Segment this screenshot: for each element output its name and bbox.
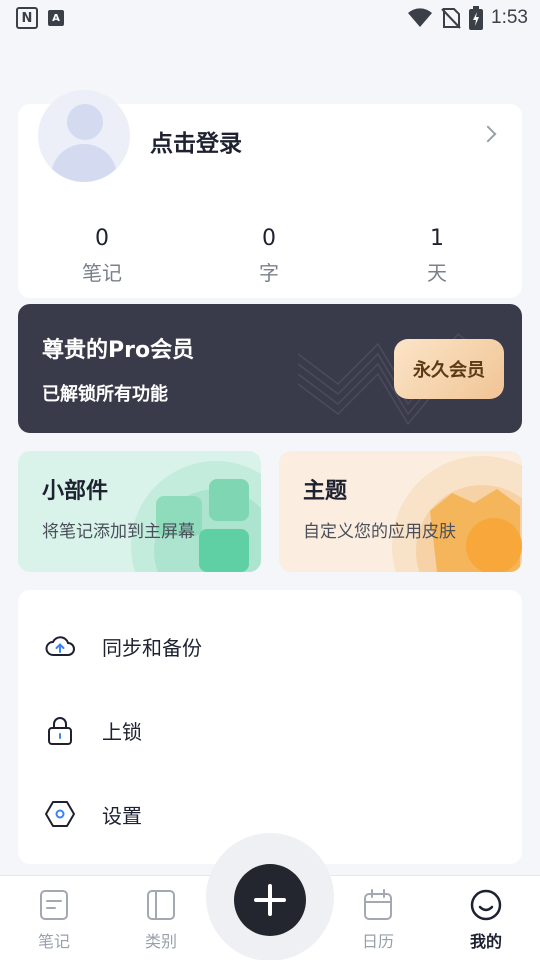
menu-item-sync-backup[interactable]: 同步和备份 <box>18 604 522 684</box>
calendar-icon <box>364 889 392 920</box>
nav-tab-calendar[interactable]: 日历 <box>338 888 418 952</box>
theme-illustration <box>392 456 522 572</box>
pro-member-banner[interactable]: 尊贵的Pro会员 已解锁所有功能 永久会员 <box>18 304 522 433</box>
avatar-body <box>51 144 117 182</box>
notion-app-icon: N <box>16 7 38 29</box>
nav-label: 我的 <box>469 932 502 951</box>
stat-label: 字 <box>259 261 279 285</box>
stat-days: 1 天 <box>387 226 487 286</box>
nav-label: 笔记 <box>37 932 70 951</box>
profile-card: 点击登录 0 笔记 0 字 1 天 <box>18 90 522 298</box>
cloud-upload-icon <box>45 636 75 656</box>
plus-icon <box>254 884 286 916</box>
nav-label: 日历 <box>361 932 394 951</box>
add-note-button[interactable] <box>234 864 306 936</box>
no-sim-icon <box>441 8 461 29</box>
notification-icons: N A <box>16 7 64 29</box>
stats-row: 0 笔记 0 字 1 天 <box>18 226 522 286</box>
nav-label: 类别 <box>144 932 177 951</box>
menu-item-lock[interactable]: 上锁 <box>18 688 522 768</box>
stat-value: 0 <box>95 226 109 251</box>
widget-title: 小部件 <box>42 479 109 504</box>
stat-label: 笔记 <box>82 261 122 285</box>
widget-illustration <box>131 461 261 572</box>
menu-label: 设置 <box>102 804 142 828</box>
avatar[interactable] <box>38 90 130 182</box>
stat-chars: 0 字 <box>219 226 319 286</box>
stat-label: 天 <box>427 261 447 285</box>
lock-icon <box>48 717 72 745</box>
settings-hexagon-icon <box>45 801 75 827</box>
wifi-icon <box>408 8 433 27</box>
nav-tab-mine[interactable]: 我的 <box>446 888 526 952</box>
lifetime-member-button[interactable]: 永久会员 <box>394 339 504 399</box>
menu-card: 同步和备份 上锁 设置 <box>18 590 522 864</box>
theme-subtitle: 自定义您的应用皮肤 <box>303 522 456 542</box>
chevron-right-icon[interactable] <box>479 125 497 143</box>
widget-subtitle: 将笔记添加到主屏幕 <box>42 522 195 542</box>
category-icon <box>147 890 175 920</box>
nav-tab-category[interactable]: 类别 <box>121 888 201 952</box>
stat-notes: 0 笔记 <box>52 226 152 286</box>
stat-value: 1 <box>430 226 444 251</box>
menu-label: 同步和备份 <box>102 636 202 660</box>
widget-tile[interactable]: 小部件 将笔记添加到主屏幕 <box>18 451 261 572</box>
theme-tile[interactable]: 主题 自定义您的应用皮肤 <box>279 451 522 572</box>
pro-subtitle: 已解锁所有功能 <box>42 384 168 405</box>
font-app-icon: A <box>48 10 64 26</box>
theme-title: 主题 <box>303 479 348 504</box>
clock: 1:53 <box>491 7 528 28</box>
pro-title: 尊贵的Pro会员 <box>42 338 195 363</box>
menu-label: 上锁 <box>102 720 142 744</box>
avatar-head <box>67 104 103 140</box>
status-bar: N A 1:53 <box>0 0 540 36</box>
nav-tab-notes[interactable]: 笔记 <box>14 888 94 952</box>
login-link[interactable]: 点击登录 <box>150 124 242 158</box>
system-icons: 1:53 <box>407 6 528 30</box>
notes-icon <box>40 890 68 920</box>
stat-value: 0 <box>262 226 276 251</box>
battery-charging-icon <box>469 6 484 30</box>
smile-face-icon <box>470 889 502 921</box>
